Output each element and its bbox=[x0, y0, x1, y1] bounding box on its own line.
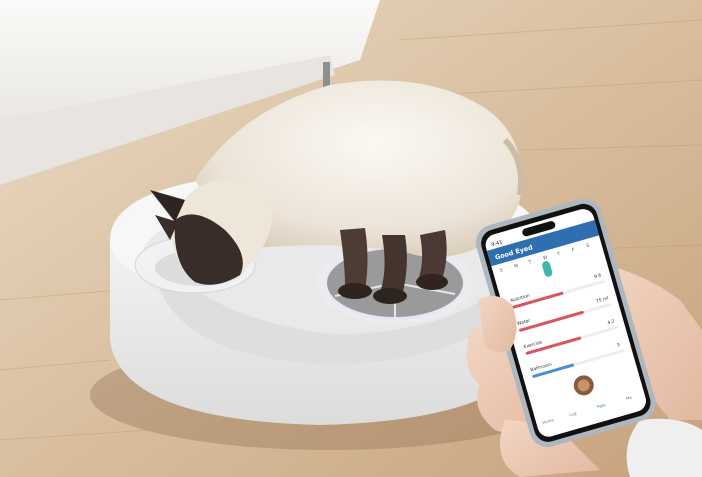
feeder-scene: 9:41 Good Eyed S M T W T F S Nutrition 9… bbox=[0, 0, 702, 477]
